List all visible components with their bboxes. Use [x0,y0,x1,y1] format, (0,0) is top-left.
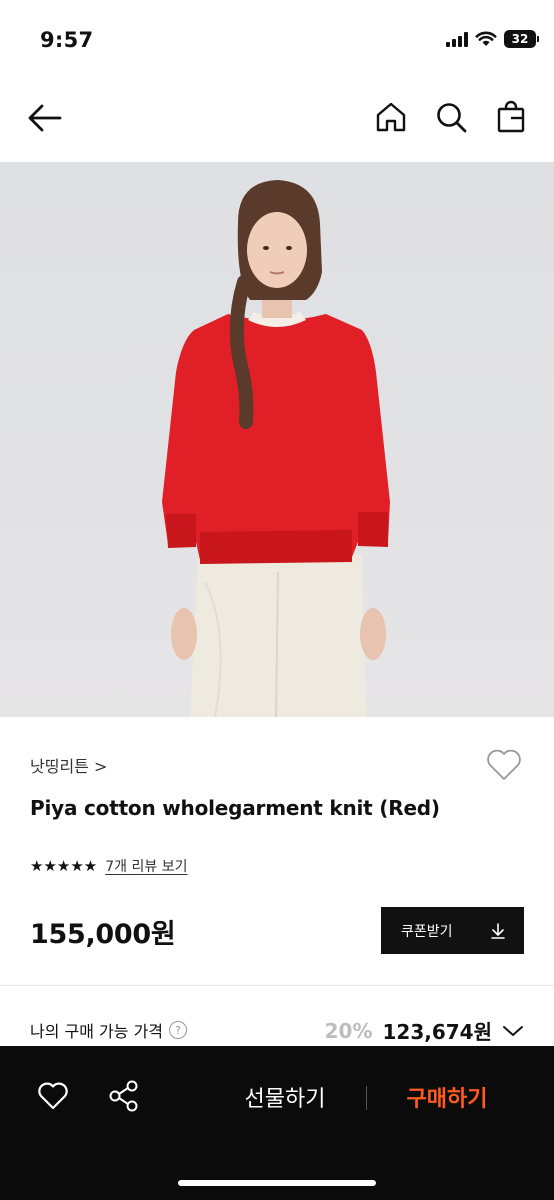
my-price-label: 나의 구매 가능 가격 [30,1022,164,1041]
home-icon[interactable] [374,100,408,134]
gift-button[interactable]: 선물하기 [222,1081,348,1113]
wishlist-heart-icon[interactable] [36,1080,70,1112]
final-price: 123,674원 [382,1020,493,1044]
chevron-down-icon [503,1025,523,1036]
section-divider [0,985,554,986]
rating-row: ★★★★★ 7개 리뷰 보기 [30,856,187,876]
signal-icon [446,31,468,47]
bottom-bar-separator [366,1086,367,1110]
review-link[interactable]: 7개 리뷰 보기 [105,856,187,876]
my-price-toggle[interactable]: 20% 123,674원 [325,1016,524,1045]
arrow-left-icon[interactable] [26,100,64,136]
discount-rate: 20% [324,1018,373,1043]
search-icon[interactable] [434,100,468,134]
battery-icon: 32 [504,30,539,48]
product-title: Piya cotton wholegarment knit (Red) [30,796,440,820]
battery-level: 32 [511,32,529,46]
my-price-label-row: 나의 구매 가능 가격 ? [30,1018,188,1042]
top-nav [0,88,554,148]
bottom-action-bar: 선물하기 구매하기 [0,1046,554,1200]
coupon-button[interactable]: 쿠폰받기 [381,907,524,954]
stars-glyphs: ★★★★★ [30,856,98,875]
star-rating: ★★★★★ [30,856,98,875]
wifi-icon [475,31,497,46]
status-time: 9:57 [40,28,94,52]
nav-actions [374,100,528,134]
home-indicator [178,1180,376,1186]
status-bar: 9:57 32 [0,0,554,80]
shopping-bag-icon[interactable] [494,100,528,134]
model-illustration [162,180,390,717]
coupon-button-label: 쿠폰받기 [401,923,453,940]
help-icon[interactable]: ? [169,1021,188,1039]
brand-link[interactable]: 낫띵리튼 > [30,753,107,777]
product-price: 155,000원 [30,919,176,950]
status-icons: 32 [446,30,539,48]
heart-icon[interactable] [484,745,524,785]
download-icon [491,922,505,939]
buy-button[interactable]: 구매하기 [384,1081,510,1113]
product-image[interactable] [0,162,554,717]
share-icon[interactable] [106,1078,142,1114]
